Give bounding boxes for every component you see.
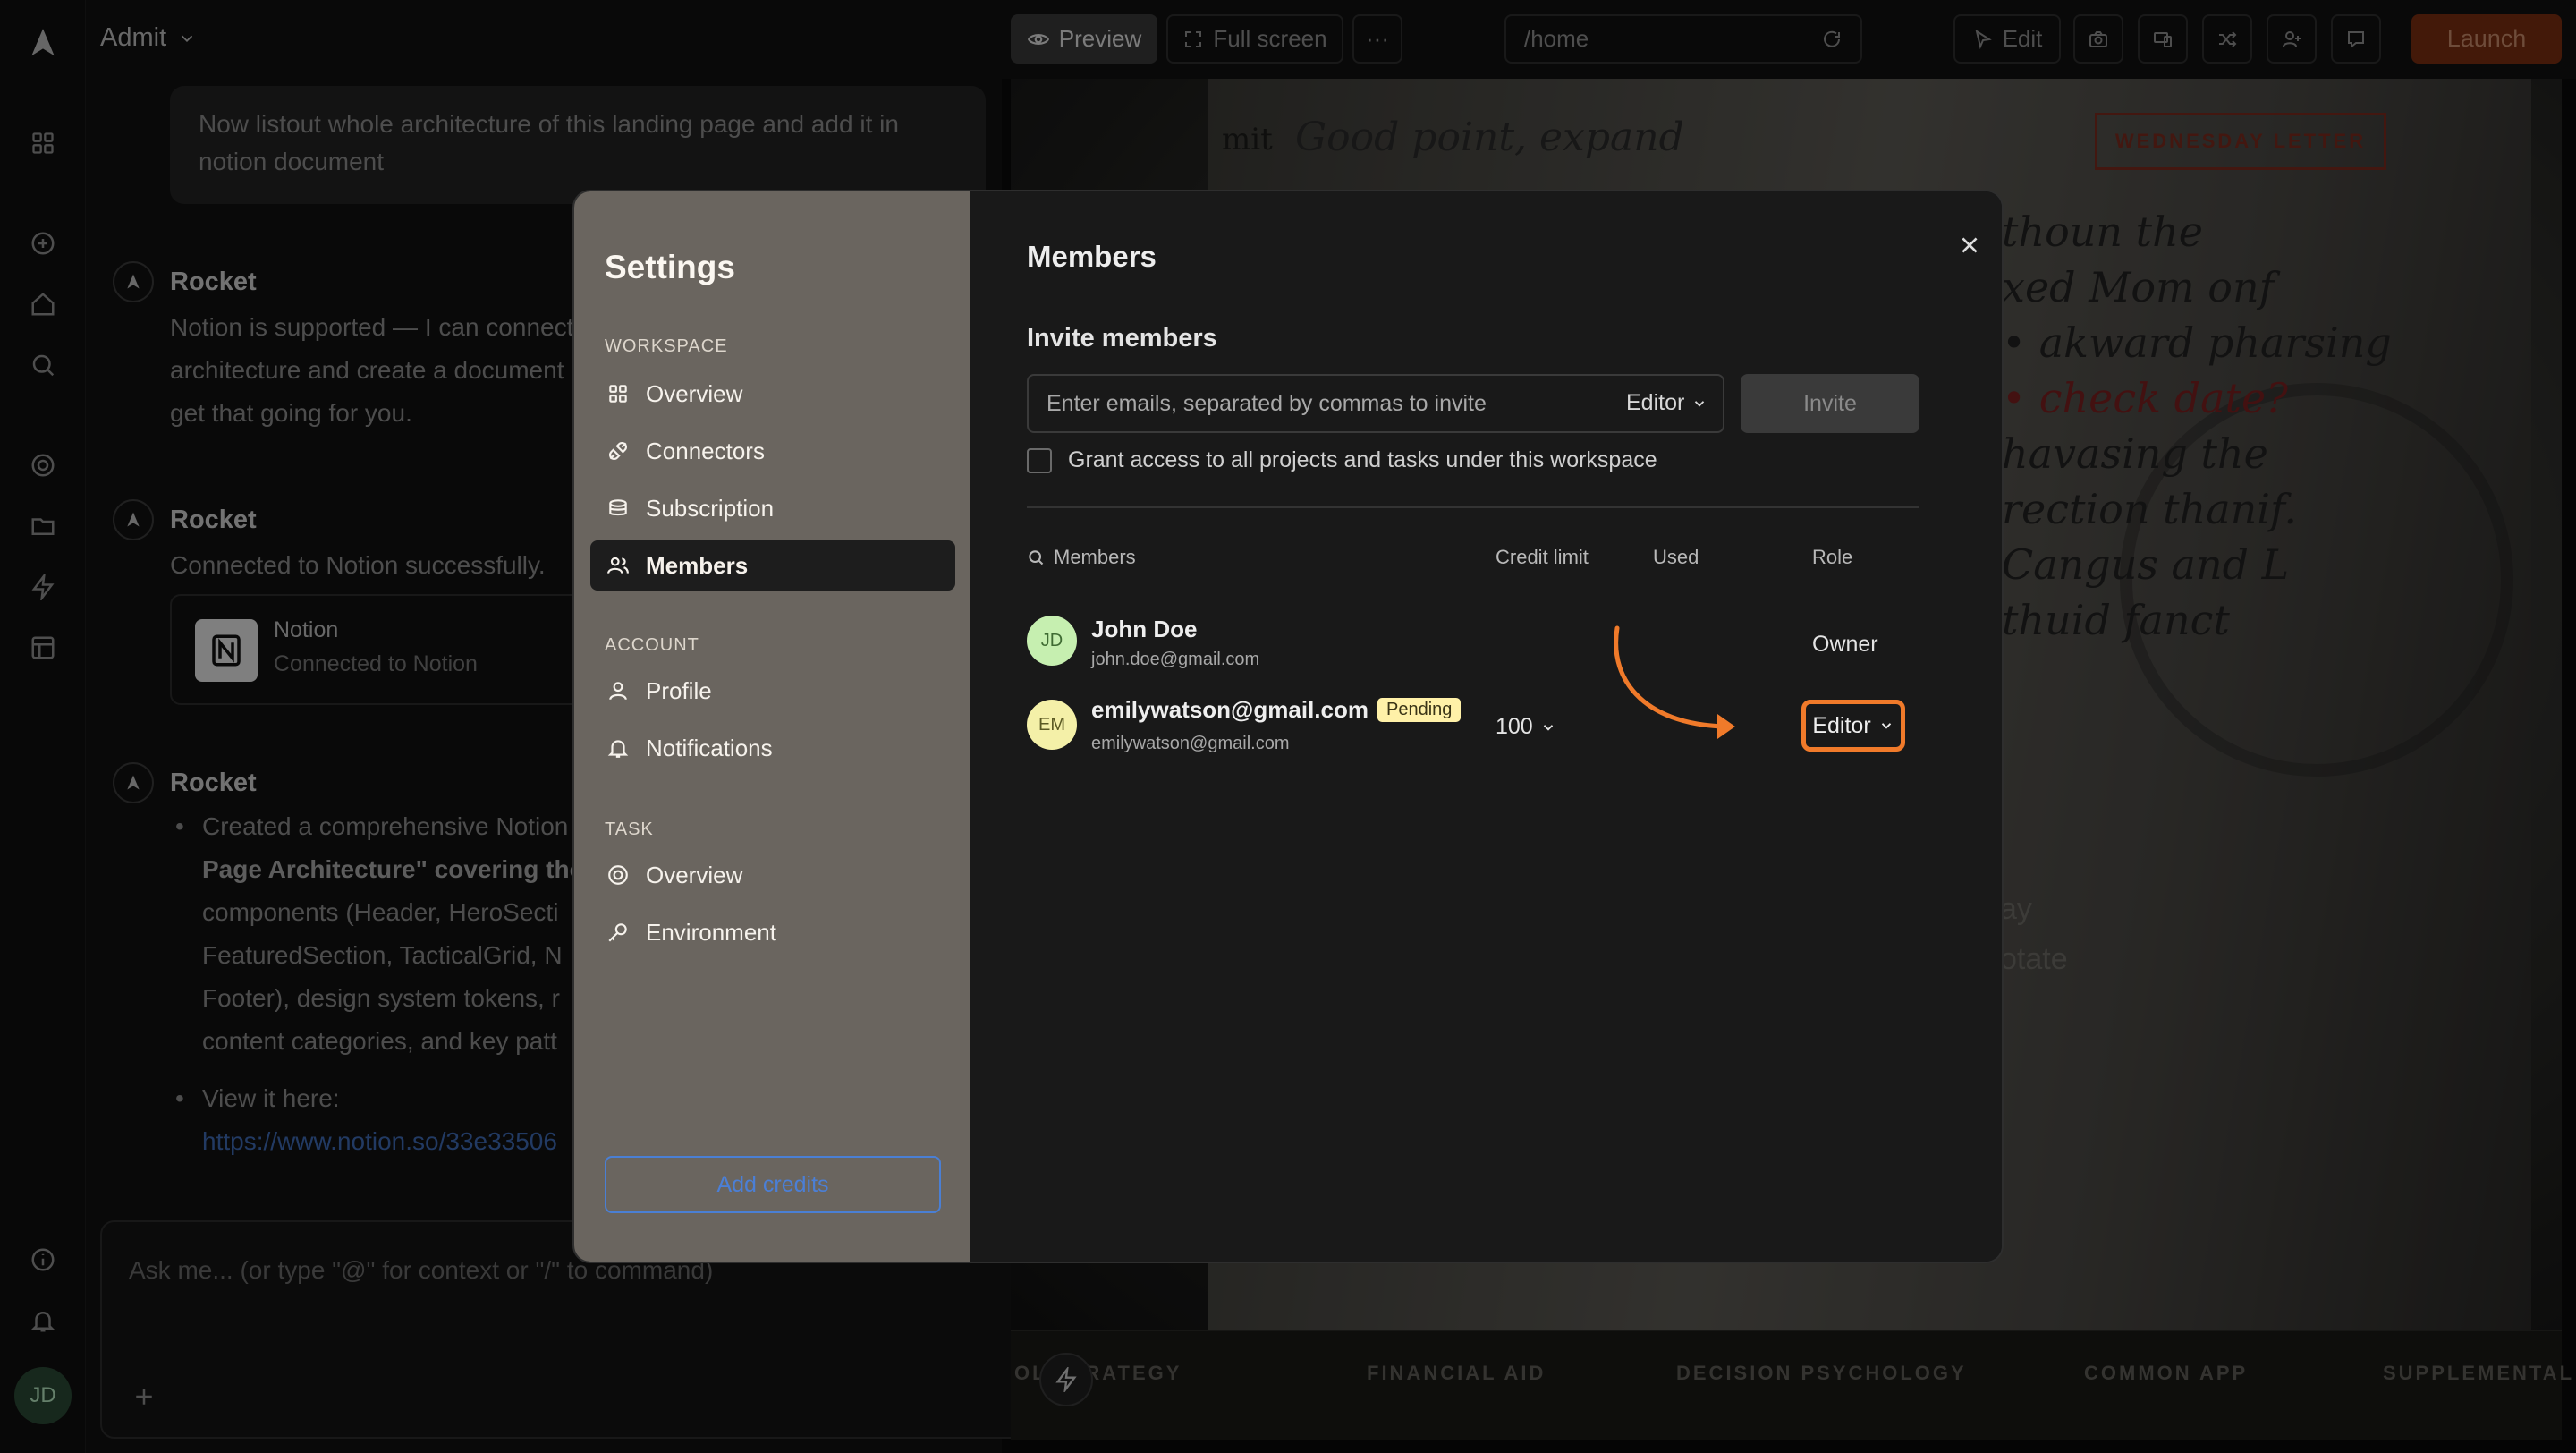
chevron-down-icon: [1695, 400, 1705, 407]
bell-icon: [607, 740, 629, 758]
status-badge: Pending: [1377, 698, 1462, 722]
credit-limit-select[interactable]: 100: [1496, 714, 1556, 740]
target-icon: [608, 865, 628, 885]
chevron-down-icon: [1543, 724, 1553, 731]
settings-sidebar: Settings WORKSPACE Overview Connectors S…: [574, 191, 970, 1262]
member-role: Owner: [1812, 632, 1878, 657]
invite-email-input[interactable]: Enter emails, separated by commas to inv…: [1027, 374, 1724, 433]
task-section-label: TASK: [605, 820, 654, 839]
account-section-label: ACCOUNT: [605, 635, 699, 655]
close-button[interactable]: [1952, 227, 1987, 263]
grant-access-label: Grant access to all projects and tasks u…: [1068, 447, 1657, 472]
users-icon: [607, 557, 629, 574]
coins-icon: [609, 499, 627, 516]
members-panel: Members Invite members Enter emails, sep…: [970, 191, 2002, 1262]
search-icon[interactable]: [1027, 548, 1045, 566]
invite-section-title: Invite members: [1027, 324, 1217, 353]
add-credits-button[interactable]: Add credits: [605, 1156, 941, 1213]
divider: [1027, 506, 1919, 508]
page-title: Members: [1027, 240, 1157, 273]
member-name: emilywatson@gmail.com: [1091, 696, 1368, 723]
member-email: emilywatson@gmail.com: [1091, 734, 1290, 753]
chevron-down-icon: [1881, 723, 1891, 729]
key-icon: [608, 923, 627, 942]
avatar: JD: [1027, 616, 1077, 666]
nav-item-task-overview[interactable]: Overview: [590, 850, 955, 900]
user-icon: [609, 682, 627, 701]
invite-placeholder: Enter emails, separated by commas to inv…: [1046, 391, 1487, 416]
nav-item-overview[interactable]: Overview: [590, 369, 955, 419]
avatar: EM: [1027, 700, 1077, 750]
nav-item-environment[interactable]: Environment: [590, 907, 955, 957]
members-column-header: Members: [1027, 546, 1136, 569]
member-email: john.doe@gmail.com: [1091, 650, 1260, 669]
invite-button[interactable]: Invite: [1741, 374, 1919, 433]
settings-modal: Settings WORKSPACE Overview Connectors S…: [572, 190, 2004, 1263]
member-name: John Doe: [1091, 616, 1198, 642]
close-icon: [1962, 237, 1978, 253]
invite-role-select[interactable]: Editor: [1626, 390, 1707, 416]
grant-access-checkbox-row[interactable]: Grant access to all projects and tasks u…: [1027, 447, 1657, 473]
nav-item-notifications[interactable]: Notifications: [590, 723, 955, 773]
used-column-header: Used: [1653, 546, 1699, 568]
member-name-row: emilywatson@gmail.com Pending: [1091, 696, 1462, 724]
credit-limit-column-header: Credit limit: [1496, 546, 1589, 568]
nav-item-subscription[interactable]: Subscription: [590, 483, 955, 533]
settings-title: Settings: [605, 249, 735, 285]
nav-item-profile[interactable]: Profile: [590, 666, 955, 716]
role-select[interactable]: Editor: [1801, 700, 1905, 752]
grant-access-checkbox[interactable]: [1027, 447, 1052, 473]
nav-item-members[interactable]: Members: [590, 540, 955, 591]
plug-icon: [609, 442, 627, 460]
annotation-arrow-icon: [1614, 625, 1735, 739]
workspace-section-label: WORKSPACE: [605, 336, 728, 356]
nav-item-connectors[interactable]: Connectors: [590, 426, 955, 476]
role-column-header: Role: [1812, 546, 1853, 568]
grid-icon: [609, 385, 627, 403]
